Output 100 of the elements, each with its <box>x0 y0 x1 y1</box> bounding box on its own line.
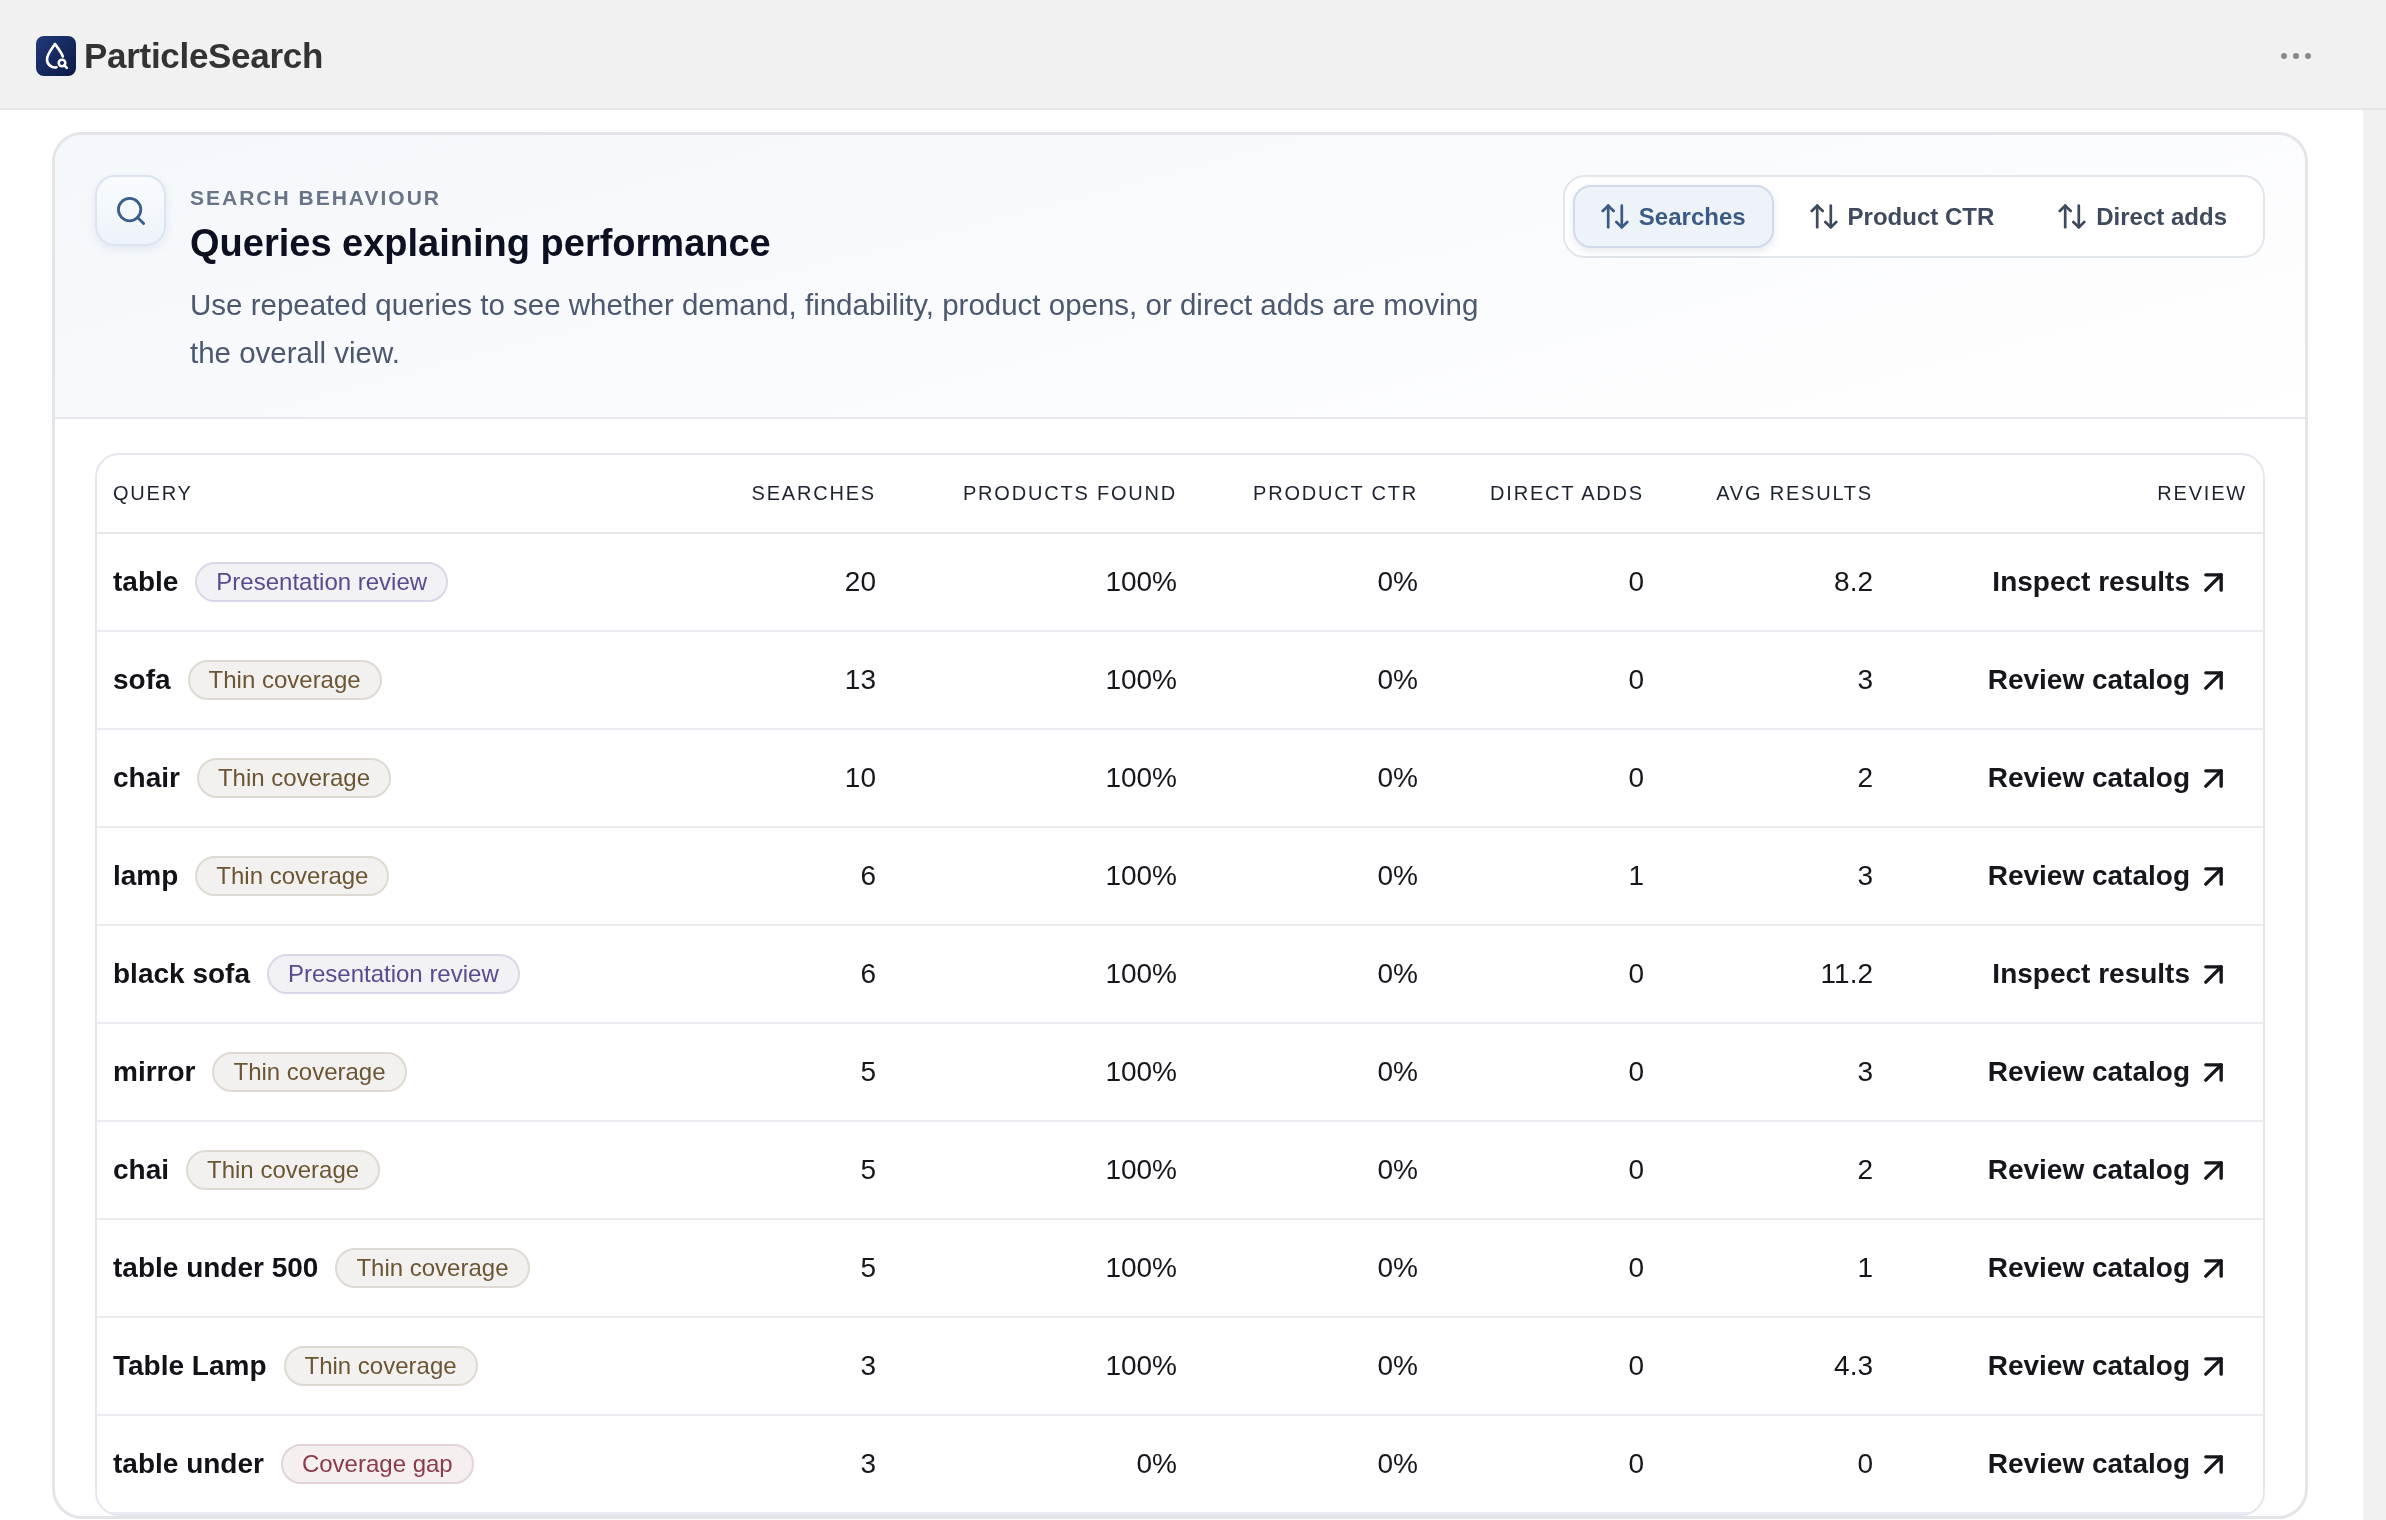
status-tag: Thin coverage <box>212 1052 407 1092</box>
table-cell-text: 6 <box>859 958 877 990</box>
table-cell-text: 100% <box>1104 1056 1178 1088</box>
review-link[interactable]: Review catalog <box>1987 1252 2223 1284</box>
table-cell-text: 0 <box>1627 1056 1645 1088</box>
table-cell-text: 3 <box>859 1350 877 1382</box>
table-cell-text: 3 <box>1856 664 1874 696</box>
table-cell-text: 11.2 <box>1819 958 1874 990</box>
table-cell-text: 100% <box>1104 860 1178 892</box>
table-cell-text: 0 <box>1627 1350 1645 1382</box>
column-header: AVG RESULTS <box>1715 482 1874 505</box>
brand-name: ParticleSearch <box>84 36 323 76</box>
arrow-up-right-icon <box>2204 866 2223 886</box>
review-link[interactable]: Review catalog <box>1987 762 2223 794</box>
query-text: mirror <box>113 1056 196 1088</box>
table-cell-text: 5 <box>859 1252 877 1284</box>
arrow-up-right-icon <box>2204 1160 2223 1180</box>
arrow-up-right-icon <box>2204 1356 2223 1376</box>
table-cell-text: 3 <box>1856 1056 1874 1088</box>
review-link[interactable]: Inspect results <box>1992 566 2223 598</box>
table-cell-text: 100% <box>1104 958 1178 990</box>
arrow-up-right-icon <box>2204 1062 2223 1082</box>
arrow-up-right-icon <box>2204 768 2223 788</box>
table-cell-text: 3 <box>1856 860 1874 892</box>
sort-arrows-icon <box>2058 204 2087 229</box>
section-title: Queries explaining performance <box>190 221 772 266</box>
column-header: SEARCHES <box>750 482 877 505</box>
table-cell-text: 0% <box>1376 1252 1419 1284</box>
table-cell-text: 3 <box>859 1448 877 1480</box>
table-cell-text: 0 <box>1627 566 1645 598</box>
status-tag: Coverage gap <box>280 1444 474 1484</box>
query-text: chair <box>113 762 180 794</box>
status-tag: Thin coverage <box>187 660 382 700</box>
query-text: chai <box>113 1154 170 1186</box>
table-cell-text: 0% <box>1376 958 1419 990</box>
review-link[interactable]: Review catalog <box>1987 860 2223 892</box>
table-cell-text: 0% <box>1376 1154 1419 1186</box>
sort-button[interactable]: Direct adds <box>2030 185 2255 248</box>
column-header: REVIEW <box>2156 482 2248 505</box>
review-link[interactable]: Review catalog <box>1987 1056 2223 1088</box>
table-cell-text: 0% <box>1135 1448 1178 1480</box>
table-cell-text: 100% <box>1104 1350 1178 1382</box>
table-cell-text: 10 <box>843 762 877 794</box>
sort-button[interactable]: Searches <box>1572 185 1774 248</box>
table-cell-text: 0% <box>1376 1056 1419 1088</box>
column-header: DIRECT ADDS <box>1489 482 1645 505</box>
status-tag: Thin coverage <box>335 1248 530 1288</box>
arrow-up-right-icon <box>2204 670 2223 690</box>
table-cell-text: 0 <box>1627 664 1645 696</box>
query-text: table <box>113 566 179 598</box>
table-cell-text: 0% <box>1376 860 1419 892</box>
ellipsis-icon <box>2281 53 2311 59</box>
table-cell-text: 100% <box>1104 664 1178 696</box>
column-header: PRODUCT CTR <box>1252 482 1419 505</box>
arrow-up-right-icon <box>2204 1258 2223 1278</box>
table-cell-text: 2 <box>1856 762 1874 794</box>
table-cell-text: 5 <box>859 1056 877 1088</box>
review-link[interactable]: Review catalog <box>1987 1448 2223 1480</box>
table-cell-text: 4.3 <box>1833 1350 1874 1382</box>
column-header: QUERY <box>112 482 194 505</box>
review-link[interactable]: Review catalog <box>1987 1350 2223 1382</box>
table-cell-text: 20 <box>843 566 877 598</box>
status-tag: Thin coverage <box>196 758 392 798</box>
logo-icon <box>36 36 76 76</box>
arrow-up-right-icon <box>2204 964 2223 984</box>
query-text: lamp <box>113 860 179 892</box>
table-cell-text: 2 <box>1856 1154 1874 1186</box>
sort-button[interactable]: Product CTR <box>1781 185 2023 248</box>
table-cell-text: 0% <box>1376 1350 1419 1382</box>
review-link[interactable]: Inspect results <box>1992 958 2223 990</box>
section-description: Use repeated queries to see whether demand, findability, product opens, or direct adds are moving the overall view. <box>190 287 1480 371</box>
table-cell-text: 0% <box>1376 566 1419 598</box>
arrow-up-right-icon <box>2204 572 2223 592</box>
column-header: PRODUCTS FOUND <box>961 482 1178 505</box>
status-tag: Presentation review <box>266 954 520 994</box>
table-cell-text: 0 <box>1627 762 1645 794</box>
section-eyebrow: SEARCH BEHAVIOUR <box>190 185 442 211</box>
sort-arrows-icon <box>1809 204 1838 229</box>
table-cell-text: 0 <box>1627 1448 1645 1480</box>
status-tag: Thin coverage <box>283 1346 478 1386</box>
review-link[interactable]: Review catalog <box>1987 1154 2223 1186</box>
status-tag: Thin coverage <box>186 1150 381 1190</box>
status-tag: Thin coverage <box>195 856 390 896</box>
table-cell-text: 100% <box>1104 1154 1178 1186</box>
query-text: sofa <box>113 664 171 696</box>
query-text: table under 500 <box>113 1252 319 1284</box>
table-cell-text: 100% <box>1104 762 1178 794</box>
table-cell-text: 0 <box>1856 1448 1874 1480</box>
table-cell-text: 0 <box>1627 1252 1645 1284</box>
search-icon <box>95 175 166 246</box>
table-cell-text: 6 <box>859 860 877 892</box>
table-cell-text: 1 <box>1627 860 1645 892</box>
table-cell-text: 100% <box>1104 1252 1178 1284</box>
table-cell-text: 100% <box>1104 566 1178 598</box>
table-cell-text: 5 <box>859 1154 877 1186</box>
table-cell-text: 0% <box>1376 762 1419 794</box>
table-cell-text: 13 <box>843 664 877 696</box>
table-cell-text: 1 <box>1856 1252 1874 1284</box>
status-tag: Presentation review <box>195 562 449 602</box>
review-link[interactable]: Review catalog <box>1987 664 2223 696</box>
